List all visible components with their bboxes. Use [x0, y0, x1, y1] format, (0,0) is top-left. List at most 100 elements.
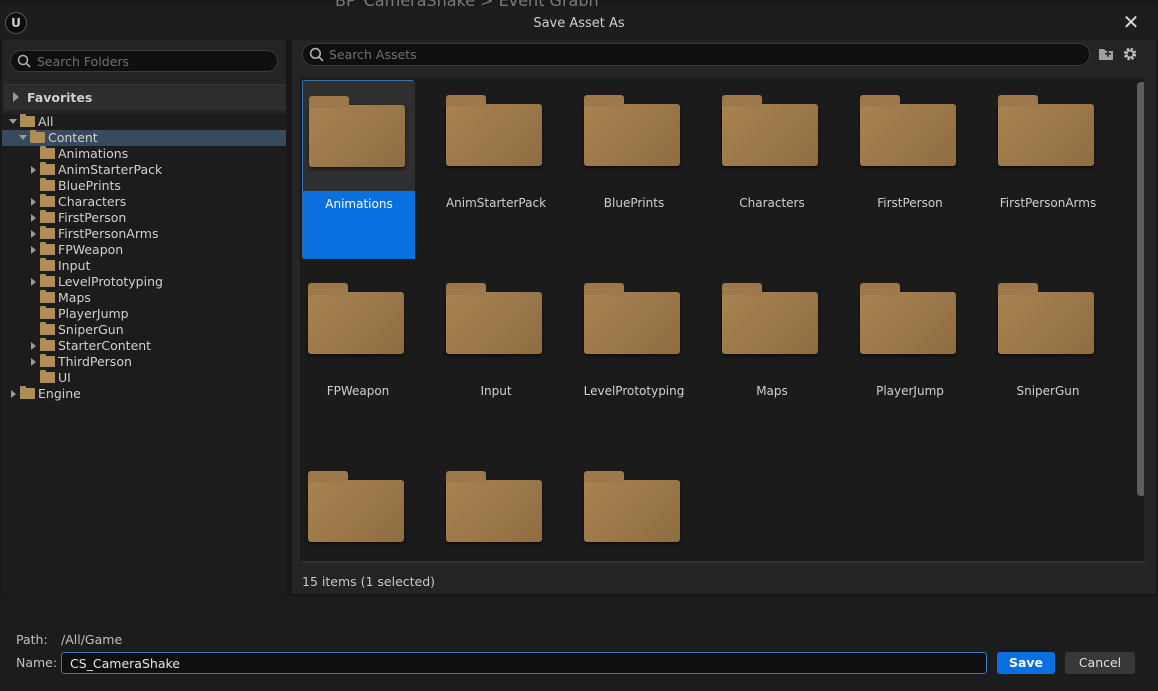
asset-folder-tile[interactable]: PlayerJump: [854, 268, 966, 446]
tree-item[interactable]: Engine: [2, 386, 286, 402]
asset-folder-tile[interactable]: FPWeapon: [302, 268, 414, 446]
path-value: /All/Game: [61, 632, 123, 647]
cancel-button[interactable]: Cancel: [1065, 652, 1135, 674]
tree-item[interactable]: Content: [2, 130, 286, 146]
asset-folder-tile[interactable]: Maps: [716, 268, 828, 446]
asset-folder-tile[interactable]: [440, 456, 552, 562]
dialog-titlebar: U Save Asset As ✕: [0, 6, 1158, 40]
folder-icon: [40, 178, 55, 191]
close-icon[interactable]: ✕: [1120, 11, 1142, 33]
asset-scrollbar[interactable]: [1137, 82, 1144, 496]
asset-folder-tile[interactable]: [302, 456, 414, 562]
tree-item-label: AnimStarterPack: [58, 162, 163, 177]
tree-item-label: Characters: [58, 194, 127, 209]
asset-name-label: Animations: [303, 191, 415, 259]
asset-panel: Search Assets Animations AnimStarterPack B…: [292, 40, 1156, 594]
expand-arrow-icon[interactable]: [31, 358, 36, 366]
expand-arrow-icon[interactable]: [31, 278, 36, 286]
tree-item[interactable]: Maps: [2, 290, 286, 306]
status-divider: [302, 561, 1146, 563]
favorites-header[interactable]: Favorites: [4, 84, 286, 110]
tree-item-label: Content: [48, 130, 98, 145]
folder-icon: [40, 338, 55, 351]
tree-item[interactable]: FirstPerson: [2, 210, 286, 226]
tree-item-label: BluePrints: [58, 178, 121, 193]
tree-item[interactable]: AnimStarterPack: [2, 162, 286, 178]
asset-name-label: Maps: [756, 384, 788, 398]
asset-name-label: SniperGun: [1016, 384, 1080, 398]
folder-tree: All Content Animations AnimStarterPack BlueP…: [2, 114, 286, 594]
folder-thumbnail: [716, 80, 828, 190]
tree-item[interactable]: BluePrints: [2, 178, 286, 194]
add-folder-icon[interactable]: [1097, 45, 1115, 63]
folder-icon: [40, 322, 55, 335]
folder-icon: [40, 194, 55, 207]
tree-item[interactable]: Animations: [2, 146, 286, 162]
asset-folder-tile[interactable]: [578, 456, 690, 562]
tree-item[interactable]: StarterContent: [2, 338, 286, 354]
tree-item[interactable]: Characters: [2, 194, 286, 210]
path-label: Path:: [16, 632, 48, 647]
tree-item[interactable]: LevelPrototyping: [2, 274, 286, 290]
tree-item[interactable]: FirstPersonArms: [2, 226, 286, 242]
collapse-arrow-icon[interactable]: [9, 119, 17, 124]
folder-icon: [446, 95, 542, 166]
search-icon: [17, 54, 31, 68]
folder-icon: [40, 306, 55, 319]
search-icon: [309, 47, 324, 62]
asset-name-label: FirstPersonArms: [999, 196, 1097, 210]
tree-item[interactable]: PlayerJump: [2, 306, 286, 322]
asset-folder-tile[interactable]: Input: [440, 268, 552, 446]
folder-thumbnail: [992, 80, 1104, 190]
folder-icon: [308, 471, 404, 542]
folder-icon: [446, 283, 542, 354]
tree-item-label: ThirdPerson: [58, 354, 132, 369]
expand-arrow-icon[interactable]: [31, 342, 36, 350]
asset-folder-tile[interactable]: FirstPerson: [854, 80, 966, 258]
save-button[interactable]: Save: [997, 652, 1055, 674]
folder-icon: [584, 283, 680, 354]
expand-arrow-icon[interactable]: [31, 246, 36, 254]
asset-folder-tile[interactable]: AnimStarterPack: [440, 80, 552, 258]
folder-icon: [40, 370, 55, 383]
expand-arrow-icon[interactable]: [31, 214, 36, 222]
asset-folder-tile[interactable]: Characters: [716, 80, 828, 258]
folder-thumbnail: [440, 80, 552, 190]
folder-icon: [40, 290, 55, 303]
asset-name-label: FirstPerson: [877, 196, 943, 210]
settings-gear-icon[interactable]: [1121, 45, 1139, 63]
folder-icon: [309, 96, 405, 167]
expand-arrow-icon[interactable]: [31, 166, 36, 174]
tree-item[interactable]: Input: [2, 258, 286, 274]
folder-icon: [20, 386, 35, 399]
search-assets-input[interactable]: Search Assets: [302, 43, 1090, 66]
folder-thumbnail: [854, 80, 966, 190]
asset-folder-tile[interactable]: FirstPersonArms: [992, 80, 1104, 258]
search-folders-placeholder: Search Folders: [37, 54, 130, 69]
folder-thumbnail: [578, 80, 690, 190]
asset-folder-tile[interactable]: Animations: [302, 80, 415, 259]
folder-icon: [40, 226, 55, 239]
expand-arrow-icon[interactable]: [11, 390, 16, 398]
asset-folder-tile[interactable]: BluePrints: [578, 80, 690, 258]
folder-icon: [40, 242, 55, 255]
tree-item[interactable]: UI: [2, 370, 286, 386]
asset-folder-tile[interactable]: LevelPrototyping: [578, 268, 690, 446]
tree-item-label: PlayerJump: [58, 306, 129, 321]
expand-arrow-icon[interactable]: [31, 198, 36, 206]
expand-arrow-icon[interactable]: [31, 230, 36, 238]
search-folders-input[interactable]: Search Folders: [10, 50, 278, 72]
tree-item[interactable]: SniperGun: [2, 322, 286, 338]
asset-folder-tile[interactable]: SniperGun: [992, 268, 1104, 446]
search-assets-placeholder: Search Assets: [329, 47, 417, 62]
collapse-arrow-icon[interactable]: [19, 135, 27, 140]
folder-icon: [998, 283, 1094, 354]
asset-name-input[interactable]: [61, 652, 987, 674]
tree-item[interactable]: FPWeapon: [2, 242, 286, 258]
tree-item-label: Input: [58, 258, 91, 273]
folder-icon: [722, 95, 818, 166]
tree-item[interactable]: ThirdPerson: [2, 354, 286, 370]
tree-item[interactable]: All: [2, 114, 286, 130]
favorites-label: Favorites: [27, 90, 93, 105]
asset-name-label: BluePrints: [603, 196, 665, 210]
